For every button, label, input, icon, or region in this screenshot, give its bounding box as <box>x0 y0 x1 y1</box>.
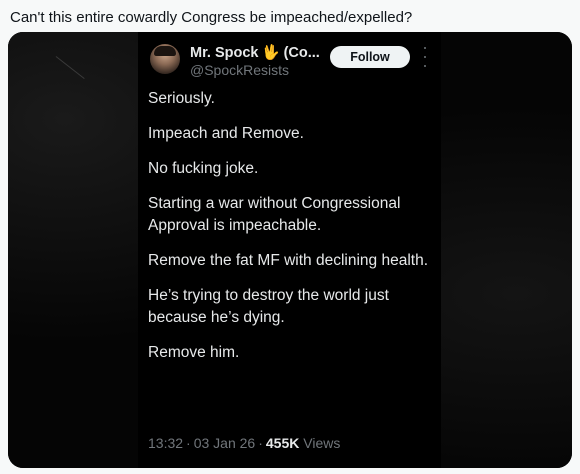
tweet-line: Remove the fat MF with declining health. <box>148 252 428 269</box>
author-name-text: Mr. Spock <box>190 45 259 61</box>
tweet-line: Impeach and Remove. <box>148 125 304 142</box>
tweet-time[interactable]: 13:32 <box>148 435 183 451</box>
tweet-screenshot-image[interactable]: Mr. Spock 🖖 (Co... @SpockResists Follow Se… <box>8 32 572 468</box>
tweet-date[interactable]: 03 Jan 26 <box>194 435 256 451</box>
avatar-hair <box>154 46 176 56</box>
embedded-tweet-card: Mr. Spock 🖖 (Co... @SpockResists Follow Se… <box>138 32 441 468</box>
meta-separator: · <box>258 435 263 451</box>
tweet-line: He’s trying to destroy the world just be… <box>148 287 389 326</box>
author-name-suffix: (Co... <box>283 45 320 61</box>
avatar[interactable] <box>150 44 180 74</box>
tweet-line: Starting a war without Congressional App… <box>148 195 401 234</box>
tweet-line: Seriously. <box>148 90 215 107</box>
views-count[interactable]: 455K <box>266 435 299 451</box>
vulcan-salute-hand-icon: 🖖 <box>261 45 280 61</box>
meta-separator: · <box>186 435 191 451</box>
post-text: Can't this entire cowardly Congress be i… <box>10 9 413 26</box>
author-handle[interactable]: @SpockResists <box>190 62 289 78</box>
more-options-icon[interactable] <box>422 47 428 67</box>
tweet-body: Seriously. Impeach and Remove. No fuckin… <box>148 88 438 377</box>
tweet-line: No fucking joke. <box>148 160 259 177</box>
author-name[interactable]: Mr. Spock 🖖 (Co... <box>190 44 320 61</box>
views-label: Views <box>303 435 341 451</box>
follow-button[interactable]: Follow <box>330 46 410 68</box>
tweet-line: Remove him. <box>148 344 240 361</box>
tweet-meta: 13:32 · 03 Jan 26 · 455K Views <box>148 435 340 451</box>
